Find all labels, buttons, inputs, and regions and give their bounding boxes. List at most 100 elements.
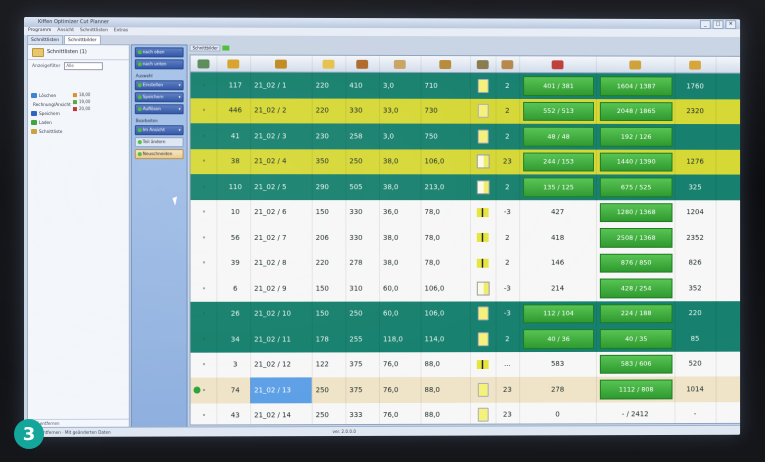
table-row[interactable]: » 74 21_02 / 13 250 375 76,0 88,0 23 278 1112 / 8…	[190, 376, 741, 405]
left-panel-list: Löschen Rechnung/Ansicht Speichern Laden Sch…	[30, 91, 71, 136]
header-cell[interactable]	[250, 56, 312, 72]
chevron-down-icon: ▾	[178, 106, 181, 112]
table-row[interactable]: » 43 21_02 / 14 250 333 76,0 88,0 23 0 - / 2412 -	[190, 401, 741, 426]
action-icon	[137, 128, 142, 133]
row-board-id: 21_02 / 4	[254, 157, 287, 166]
row-width: 333	[349, 411, 363, 420]
table-row[interactable]: » 3 21_02 / 12 122 375 76,0 88,0... 583 583 / 60…	[190, 351, 741, 379]
row-thickness: 118,0	[382, 335, 403, 344]
row-length: 150	[315, 284, 329, 293]
table-row[interactable]: » 6 21_02 / 9 150 310 60,0 106,0 -3 214 428 / 254…	[190, 275, 741, 303]
row-width: 278	[349, 259, 363, 268]
action-section-label: Bearbeiten	[135, 118, 158, 124]
left-panel-item[interactable]: Speichern	[30, 109, 67, 118]
left-panel-item[interactable]: Rechnung/Ansicht	[31, 100, 71, 109]
filter-label: Anzeigefilter	[31, 63, 61, 69]
action-button[interactable]: Speichern ▾	[134, 92, 184, 103]
action-button[interactable]: Einstellen ▾	[134, 80, 184, 91]
row-marker: »	[202, 285, 206, 292]
row-count: 117	[228, 81, 242, 90]
header-cell[interactable]	[496, 56, 520, 72]
row-count: 446	[228, 106, 242, 115]
column-divider	[469, 56, 471, 424]
row-stack-total: 1204	[686, 208, 704, 217]
header-cell[interactable]	[379, 56, 421, 72]
filter-select[interactable]: Alle	[64, 62, 104, 71]
row-cut-count: 2	[505, 233, 510, 242]
left-panel-item[interactable]: Löschen	[30, 91, 67, 100]
menu-item-ansicht[interactable]: Ansicht	[57, 27, 74, 35]
row-parts-sum: 0	[555, 410, 560, 419]
cut-pattern-icon	[477, 129, 489, 144]
row-area: 114,0	[424, 335, 445, 344]
thickness-legend: 18,00 19,00 20,00	[72, 91, 123, 112]
action-button-label: Speichern	[142, 94, 164, 100]
left-panel-item-icon	[30, 129, 37, 135]
action-icon	[137, 140, 142, 145]
table-row[interactable]: » 10 21_02 / 6 150 330 36,0 78,0 -3 427 1280 / 13…	[190, 199, 741, 227]
cut-pattern-icon	[476, 258, 489, 268]
row-length: 122	[315, 360, 329, 369]
menu-item-extras[interactable]: Extras	[114, 27, 128, 35]
header-cell[interactable]	[421, 56, 470, 72]
row-thickness: 76,0	[382, 411, 399, 420]
table-row[interactable]: » 38 21_02 / 4 350 250 38,0 106,0 23 244 / 153 14…	[190, 148, 741, 176]
menu-bar: Programm Ansicht Schnittlisten Extras	[24, 27, 741, 38]
table-row[interactable]: » 56 21_02 / 7 206 330 38,0 78,0 2 418 2508 / 136…	[190, 225, 741, 252]
header-cell[interactable]	[674, 57, 715, 73]
action-button[interactable]: nach unten	[134, 59, 184, 70]
row-stack-total: -	[693, 410, 697, 419]
row-area-sum: 2048 / 1865	[599, 101, 673, 122]
row-area-sum: 675 / 525	[599, 177, 673, 197]
length-icon	[322, 59, 335, 69]
table-row[interactable]: » 446 21_02 / 2 220 330 33,0 730 2 552 / 513 2048…	[190, 97, 741, 126]
action-button[interactable]: Im Ansicht ▾	[134, 125, 184, 136]
tab-schnittlisten[interactable]: Schnittlisten	[26, 35, 64, 45]
row-cut-count: 2	[505, 334, 510, 343]
table-row[interactable]: » 34 21_02 / 11 178 255 118,0 114,0 2 40 / 36 40 …	[190, 325, 741, 354]
table-row[interactable]: » 41 21_02 / 3 230 258 3,0 750 2 48 / 48 192 / 12…	[190, 123, 741, 151]
header-cell[interactable]	[345, 56, 379, 72]
action-button-label: Im Ansicht	[142, 127, 165, 133]
left-panel-item[interactable]: Laden	[30, 118, 67, 127]
header-cell[interactable]	[519, 56, 596, 72]
menu-item-programm[interactable]: Programm	[28, 27, 51, 35]
row-width: 255	[349, 335, 363, 344]
action-button[interactable]: nach oben	[134, 47, 184, 58]
header-cell[interactable]	[216, 55, 250, 71]
row-board-id: 21_02 / 8	[254, 259, 287, 268]
row-count: 56	[230, 233, 240, 242]
table-row[interactable]: » 110 21_02 / 5 290 505 38,0 213,0 2 135 / 125 67…	[190, 174, 741, 201]
row-thickness: 60,0	[382, 309, 399, 318]
action-button[interactable]: Auflösen ▾	[134, 104, 184, 115]
toolstrip-label[interactable]: Schnittbilder	[189, 44, 221, 52]
close-button[interactable]: ✕	[725, 20, 737, 30]
step-badge: 3	[14, 419, 44, 449]
table-row[interactable]: » 26 21_02 / 10 150 250 60,0 106,0 -3 112 / 104 2…	[190, 300, 741, 328]
column-divider	[379, 55, 381, 424]
left-panel-item[interactable]: Schnittliste	[30, 127, 67, 136]
row-cut-count: 2	[505, 81, 510, 90]
table-row[interactable]: » 39 21_02 / 8 220 278 38,0 78,0 2 146 876 / 850 8…	[190, 250, 741, 277]
header-cell[interactable]	[470, 56, 496, 72]
menu-item-schnittlisten[interactable]: Schnittlisten	[80, 27, 108, 35]
header-cell[interactable]	[191, 55, 217, 71]
action-icon	[137, 152, 142, 157]
tab-schnittbilder[interactable]: Schnittbilder	[64, 35, 101, 45]
action-button-label: Einstellen	[142, 82, 164, 88]
row-stack-total: 2352	[686, 233, 704, 242]
row-area: 730	[424, 106, 438, 115]
row-area: 78,0	[424, 208, 440, 217]
row-count: 41	[230, 132, 240, 141]
header-cell[interactable]	[312, 56, 346, 72]
row-count: 26	[230, 309, 240, 318]
action-button-label: Teil ändern	[142, 139, 166, 145]
table-row[interactable]: » 117 21_02 / 1 220 410 3,0 710 2 401 / 381 1604 …	[190, 72, 741, 100]
action-button[interactable]: Neuschneiden	[134, 149, 184, 160]
action-button[interactable]: Teil ändern	[134, 137, 184, 148]
row-marker: »	[202, 387, 206, 394]
row-marker: »	[202, 311, 206, 318]
minimize-button[interactable]: _	[699, 20, 711, 30]
header-cell[interactable]	[596, 56, 675, 72]
maximize-button[interactable]: □	[712, 20, 724, 30]
